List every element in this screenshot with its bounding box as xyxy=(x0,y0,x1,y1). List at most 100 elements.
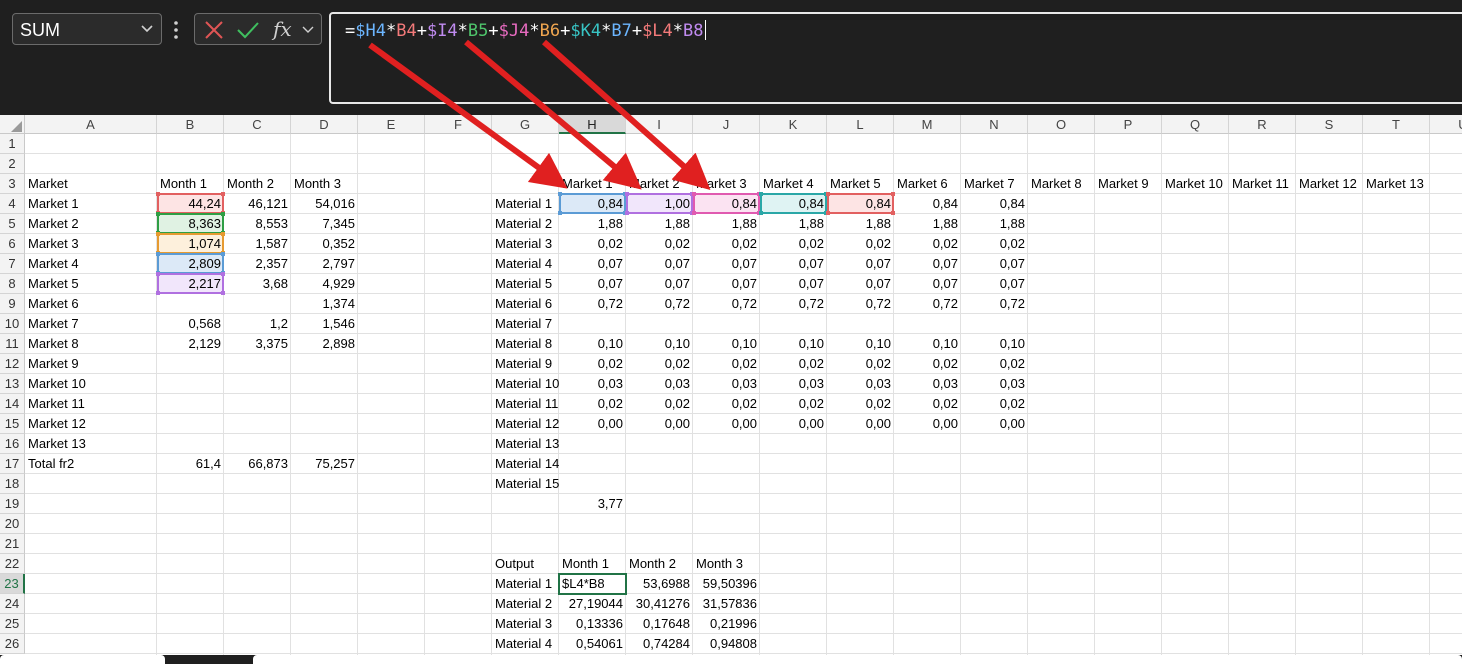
row-header-12[interactable]: 12 xyxy=(0,354,25,374)
column-header-h[interactable]: H xyxy=(559,115,626,134)
cell-g16[interactable]: Material 13 xyxy=(492,434,579,454)
cell-m9[interactable]: 0,72 xyxy=(894,294,961,314)
row-header-24[interactable]: 24 xyxy=(0,594,25,614)
cell-p3[interactable]: Market 9 xyxy=(1095,174,1162,194)
cell-k13[interactable]: 0,03 xyxy=(760,374,827,394)
cell-h11[interactable]: 0,10 xyxy=(559,334,626,354)
cell-a10[interactable]: Market 7 xyxy=(25,314,157,334)
cell-h6[interactable]: 0,02 xyxy=(559,234,626,254)
cell-c8[interactable]: 3,68 xyxy=(224,274,291,294)
cell-b10[interactable]: 0,568 xyxy=(157,314,224,334)
row-header-11[interactable]: 11 xyxy=(0,334,25,354)
cell-d7[interactable]: 2,797 xyxy=(291,254,358,274)
cell-c10[interactable]: 1,2 xyxy=(224,314,291,334)
sheet-tab[interactable] xyxy=(0,655,165,664)
cell-b5[interactable]: 8,363 xyxy=(157,214,224,234)
column-header-f[interactable]: F xyxy=(425,115,492,134)
cell-i23[interactable]: 53,6988 xyxy=(626,574,693,594)
cell-g26[interactable]: Material 4 xyxy=(492,634,559,654)
cell-t3[interactable]: Market 13 xyxy=(1363,174,1430,194)
cell-n6[interactable]: 0,02 xyxy=(961,234,1028,254)
cell-h14[interactable]: 0,02 xyxy=(559,394,626,414)
cell-g10[interactable]: Material 7 xyxy=(492,314,559,334)
cell-i11[interactable]: 0,10 xyxy=(626,334,693,354)
cell-b7[interactable]: 2,809 xyxy=(157,254,224,274)
column-header-k[interactable]: K xyxy=(760,115,827,134)
row-header-7[interactable]: 7 xyxy=(0,254,25,274)
cell-r3[interactable]: Market 11 xyxy=(1229,174,1296,194)
cell-h5[interactable]: 1,88 xyxy=(559,214,626,234)
row-header-15[interactable]: 15 xyxy=(0,414,25,434)
chevron-down-icon[interactable] xyxy=(301,22,315,36)
cell-c7[interactable]: 2,357 xyxy=(224,254,291,274)
cell-l11[interactable]: 0,10 xyxy=(827,334,894,354)
row-header-1[interactable]: 1 xyxy=(0,134,25,154)
cell-k4[interactable]: 0,84 xyxy=(760,194,827,214)
cell-g12[interactable]: Material 9 xyxy=(492,354,559,374)
cell-i25[interactable]: 0,17648 xyxy=(626,614,693,634)
column-header-q[interactable]: Q xyxy=(1162,115,1229,134)
column-header-b[interactable]: B xyxy=(157,115,224,134)
cell-a5[interactable]: Market 2 xyxy=(25,214,157,234)
cell-n13[interactable]: 0,03 xyxy=(961,374,1028,394)
cell-n5[interactable]: 1,88 xyxy=(961,214,1028,234)
column-header-p[interactable]: P xyxy=(1095,115,1162,134)
cell-h4[interactable]: 0,84 xyxy=(559,194,626,214)
cell-c17[interactable]: 66,873 xyxy=(224,454,291,474)
cell-j23[interactable]: 59,50396 xyxy=(693,574,760,594)
cell-g13[interactable]: Material 10 xyxy=(492,374,559,394)
cell-i13[interactable]: 0,03 xyxy=(626,374,693,394)
column-header-t[interactable]: T xyxy=(1363,115,1430,134)
cell-d17[interactable]: 75,257 xyxy=(291,454,358,474)
row-header-6[interactable]: 6 xyxy=(0,234,25,254)
cell-n3[interactable]: Market 7 xyxy=(961,174,1028,194)
cell-g9[interactable]: Material 6 xyxy=(492,294,559,314)
cell-j15[interactable]: 0,00 xyxy=(693,414,760,434)
cell-j9[interactable]: 0,72 xyxy=(693,294,760,314)
cell-k11[interactable]: 0,10 xyxy=(760,334,827,354)
cell-j24[interactable]: 31,57836 xyxy=(693,594,760,614)
cell-g22[interactable]: Output xyxy=(492,554,559,574)
cell-g5[interactable]: Material 2 xyxy=(492,214,559,234)
cell-a3[interactable]: Market xyxy=(25,174,157,194)
cell-l12[interactable]: 0,02 xyxy=(827,354,894,374)
cell-k8[interactable]: 0,07 xyxy=(760,274,827,294)
cell-l6[interactable]: 0,02 xyxy=(827,234,894,254)
cell-i3[interactable]: Market 2 xyxy=(626,174,693,194)
cell-h22[interactable]: Month 1 xyxy=(559,554,626,574)
cell-c3[interactable]: Month 2 xyxy=(224,174,291,194)
cell-b3[interactable]: Month 1 xyxy=(157,174,224,194)
cell-l3[interactable]: Market 5 xyxy=(827,174,894,194)
cell-m5[interactable]: 1,88 xyxy=(894,214,961,234)
cell-g7[interactable]: Material 4 xyxy=(492,254,559,274)
column-header-c[interactable]: C xyxy=(224,115,291,134)
cell-i12[interactable]: 0,02 xyxy=(626,354,693,374)
cell-m13[interactable]: 0,03 xyxy=(894,374,961,394)
cell-l15[interactable]: 0,00 xyxy=(827,414,894,434)
select-all-icon[interactable] xyxy=(0,115,25,134)
cell-g23[interactable]: Material 1 xyxy=(492,574,559,594)
cell-d6[interactable]: 0,352 xyxy=(291,234,358,254)
cell-j4[interactable]: 0,84 xyxy=(693,194,760,214)
row-header-5[interactable]: 5 xyxy=(0,214,25,234)
cell-a4[interactable]: Market 1 xyxy=(25,194,157,214)
row-header-25[interactable]: 25 xyxy=(0,614,25,634)
cell-g6[interactable]: Material 3 xyxy=(492,234,559,254)
row-header-3[interactable]: 3 xyxy=(0,174,25,194)
column-header-r[interactable]: R xyxy=(1229,115,1296,134)
cell-m14[interactable]: 0,02 xyxy=(894,394,961,414)
cell-j26[interactable]: 0,94808 xyxy=(693,634,760,654)
row-header-26[interactable]: 26 xyxy=(0,634,25,654)
cell-b4[interactable]: 44,24 xyxy=(157,194,224,214)
enter-checkmark-icon[interactable] xyxy=(235,19,261,41)
row-header-13[interactable]: 13 xyxy=(0,374,25,394)
cell-o3[interactable]: Market 8 xyxy=(1028,174,1095,194)
cell-g4[interactable]: Material 1 xyxy=(492,194,559,214)
cell-h15[interactable]: 0,00 xyxy=(559,414,626,434)
cell-g25[interactable]: Material 3 xyxy=(492,614,559,634)
cell-j5[interactable]: 1,88 xyxy=(693,214,760,234)
cell-k12[interactable]: 0,02 xyxy=(760,354,827,374)
column-header-s[interactable]: S xyxy=(1296,115,1363,134)
column-header-m[interactable]: M xyxy=(894,115,961,134)
cell-h25[interactable]: 0,13336 xyxy=(559,614,626,634)
